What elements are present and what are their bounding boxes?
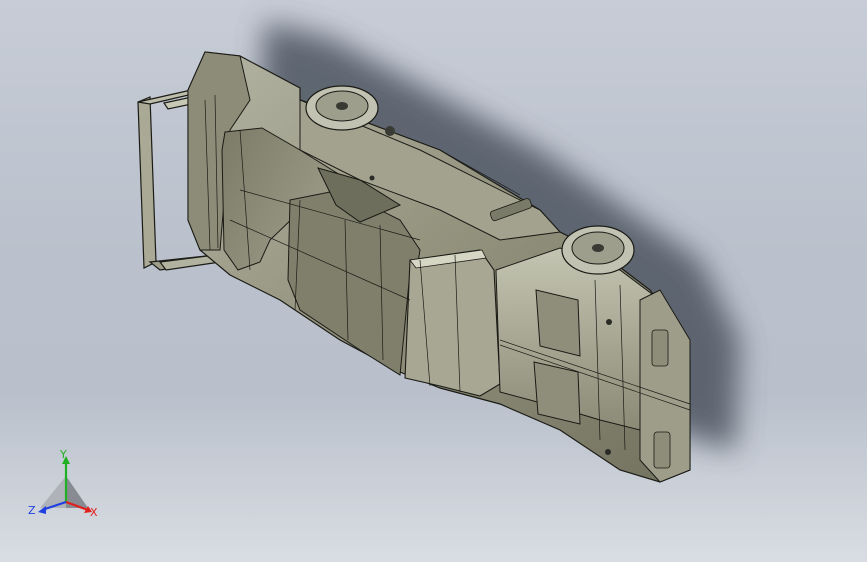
body-bolt-2 bbox=[605, 449, 611, 455]
x-axis-label: X bbox=[90, 506, 98, 519]
front-wheel bbox=[561, 225, 635, 275]
car-model-canvas[interactable] bbox=[0, 0, 867, 562]
fuel-cap bbox=[385, 126, 395, 136]
hood-scoop-left bbox=[535, 289, 581, 357]
headlight-lower bbox=[653, 431, 671, 469]
body-bolt-1 bbox=[606, 319, 612, 325]
cad-graphics-area[interactable]: Y X Z bbox=[0, 0, 867, 562]
hood-scoop-right bbox=[533, 361, 581, 425]
headlight-upper bbox=[651, 329, 669, 367]
y-axis-label: Y bbox=[59, 448, 67, 461]
view-orientation-triad[interactable]: Y X Z bbox=[28, 448, 104, 524]
rear-wheel bbox=[305, 85, 379, 131]
body-bolt-3 bbox=[369, 175, 375, 181]
windshield bbox=[404, 249, 501, 397]
z-axis-label: Z bbox=[28, 504, 36, 517]
